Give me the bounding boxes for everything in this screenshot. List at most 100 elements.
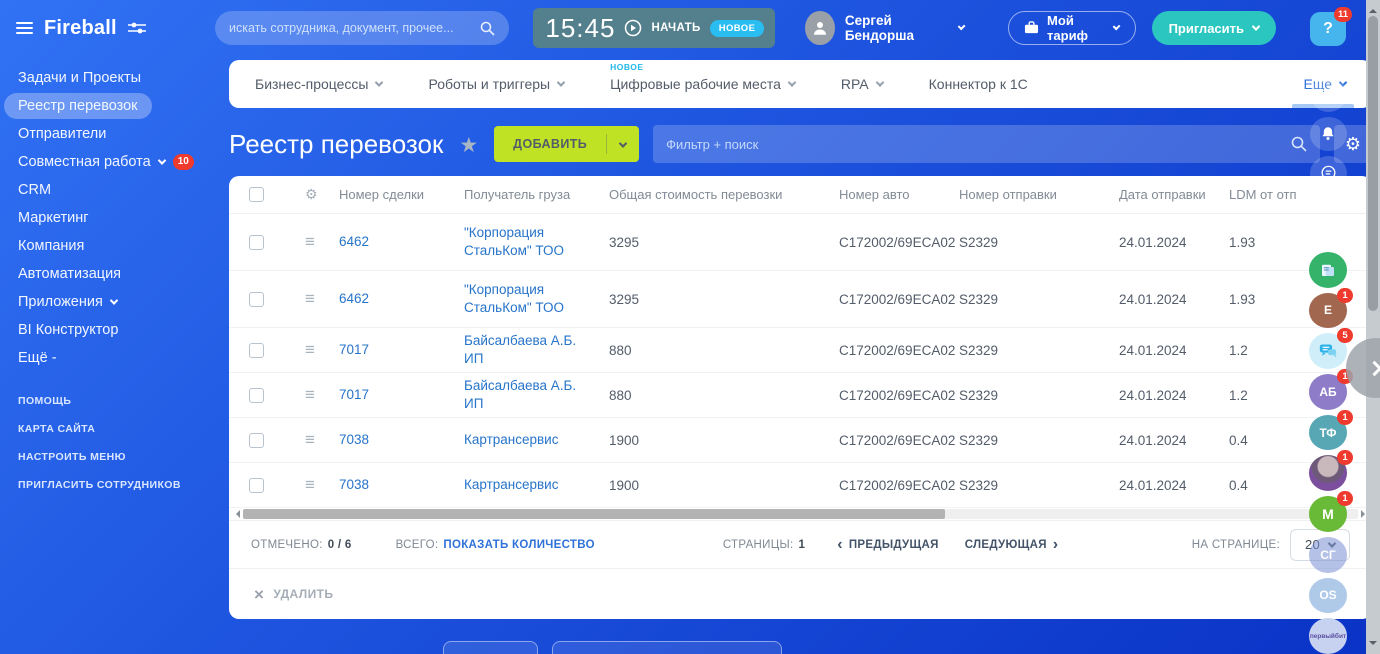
play-icon[interactable] — [624, 19, 642, 37]
columns-gear-icon[interactable]: ⚙ — [305, 186, 339, 203]
row-menu-icon[interactable]: ≡ — [305, 232, 339, 252]
sidebar-item-collaboration[interactable]: Совместная работа 10 — [18, 154, 215, 169]
horizontal-scroll-thumb[interactable] — [243, 509, 945, 519]
avatar[interactable]: АБ 1 — [1309, 374, 1347, 410]
start-workday-button[interactable]: НАЧАТЬ — [651, 22, 700, 34]
deal-link[interactable]: 7017 — [339, 386, 464, 404]
table-row[interactable]: ≡ 7038 Картрансервис 1900 C172002/69ECA0… — [229, 463, 1372, 508]
table-row[interactable]: ≡ 7017 Байсалбаева А.Б. ИП 880 C172002/6… — [229, 373, 1372, 418]
sidebar-item-more[interactable]: Ещё - — [18, 350, 215, 365]
sidebar-help-link[interactable]: ПОМОЩЬ — [18, 395, 215, 407]
row-menu-icon[interactable]: ≡ — [305, 475, 339, 495]
filter-search-bar[interactable] — [653, 125, 1320, 163]
sliders-icon[interactable] — [128, 21, 146, 35]
sidebar-item-transport-registry[interactable]: Реестр перевозок — [18, 98, 215, 113]
bottom-partial-button[interactable] — [552, 641, 782, 654]
sidebar-item-tasks[interactable]: Задачи и Проекты — [18, 70, 215, 85]
scroll-left-arrow-icon[interactable] — [232, 510, 240, 518]
global-search-input[interactable] — [229, 21, 480, 35]
table-row[interactable]: ≡ 7017 Байсалбаева А.Б. ИП 880 C172002/6… — [229, 328, 1372, 373]
sidebar-sitemap-link[interactable]: КАРТА САЙТА — [18, 423, 215, 435]
row-checkbox[interactable] — [249, 478, 264, 493]
user-menu[interactable]: Сергей Бендорша — [805, 11, 964, 45]
recipient-link[interactable]: "Корпорация СтальКом" ТОО — [464, 281, 609, 317]
time-tracker-widget[interactable]: 15:45 НАЧАТЬ НОВОЕ — [533, 8, 775, 48]
previous-page-button[interactable]: ‹ ПРЕДЫДУЩАЯ — [837, 537, 938, 553]
row-menu-icon[interactable]: ≡ — [305, 430, 339, 450]
horizontal-scroll-track[interactable] — [243, 509, 1358, 519]
column-header-cost[interactable]: Общая стоимость перевозки — [609, 187, 839, 202]
avatar[interactable]: М 1 — [1309, 496, 1347, 532]
favorite-star-icon[interactable]: ★ — [459, 133, 478, 158]
row-checkbox[interactable] — [249, 343, 264, 358]
scroll-up-arrow-icon[interactable] — [1369, 5, 1377, 13]
select-all-checkbox[interactable] — [249, 187, 264, 202]
row-checkbox[interactable] — [249, 388, 264, 403]
bottom-partial-button[interactable] — [443, 641, 538, 654]
deal-link[interactable]: 7038 — [339, 476, 464, 494]
search-icon[interactable] — [480, 21, 495, 36]
row-checkbox[interactable] — [249, 235, 264, 250]
tab-business-processes[interactable]: Бизнес-процессы — [255, 76, 382, 92]
column-header-shipment[interactable]: Номер отправки — [959, 187, 1119, 202]
show-count-link[interactable]: ПОКАЗАТЬ КОЛИЧЕСТВО — [443, 539, 594, 551]
deal-link[interactable]: 7038 — [339, 431, 464, 449]
tab-digital-workplaces[interactable]: НОВОЕ Цифровые рабочие места — [610, 76, 795, 92]
sidebar-item-marketing[interactable]: Маркетинг — [18, 210, 215, 225]
sidebar-item-crm[interactable]: CRM — [18, 182, 215, 197]
column-header-recipient[interactable]: Получатель груза — [464, 187, 609, 202]
tab-robots-triggers[interactable]: Роботы и триггеры — [428, 76, 564, 92]
column-header-vehicle[interactable]: Номер авто — [839, 187, 959, 202]
next-page-button[interactable]: СЛЕДУЮЩАЯ › — [965, 537, 1059, 553]
tab-1c-connector[interactable]: Коннектор к 1С — [929, 76, 1028, 92]
column-header-deal[interactable]: Номер сделки — [339, 187, 464, 202]
notifications-bell-icon[interactable] — [1310, 117, 1347, 152]
avatar[interactable]: СГ — [1309, 537, 1347, 573]
avatar[interactable]: OS — [1309, 578, 1347, 614]
sidebar-item-automation[interactable]: Автоматизация — [18, 266, 215, 281]
avatar-photo[interactable]: 1 — [1309, 455, 1347, 491]
delete-button[interactable]: УДАЛИТЬ — [273, 587, 333, 601]
sidebar-item-company[interactable]: Компания — [18, 238, 215, 253]
user-avatar[interactable] — [805, 11, 834, 45]
add-button-label[interactable]: ДОБАВИТЬ — [494, 137, 606, 151]
hamburger-menu-icon[interactable] — [16, 22, 33, 34]
recipient-link[interactable]: Байсалбаева А.Б. ИП — [464, 377, 609, 413]
table-row[interactable]: ≡ 7038 Картрансервис 1900 C172002/69ECA0… — [229, 418, 1372, 463]
avatar[interactable]: E 1 — [1309, 293, 1347, 329]
chat-icon[interactable] — [1310, 156, 1347, 191]
vertical-scrollbar[interactable] — [1366, 0, 1380, 654]
global-search[interactable] — [215, 11, 509, 45]
recipient-link[interactable]: Байсалбаева А.Б. ИП — [464, 332, 609, 368]
add-dropdown-button[interactable] — [607, 135, 639, 153]
sidebar-configure-menu-link[interactable]: НАСТРОИТЬ МЕНЮ — [18, 451, 215, 463]
sidebar-item-senders[interactable]: Отправители — [18, 126, 215, 141]
avatar[interactable]: ТФ 1 — [1309, 415, 1347, 451]
recipient-link[interactable]: "Корпорация СтальКом" ТОО — [464, 224, 609, 260]
help-button[interactable]: ? 11 — [1310, 12, 1346, 46]
planner-app-icon[interactable] — [1309, 252, 1347, 288]
table-row[interactable]: ≡ 6462 "Корпорация СтальКом" ТОО 3295 C1… — [229, 214, 1372, 271]
rail-search-icon[interactable] — [1310, 212, 1347, 247]
deal-link[interactable]: 6462 — [339, 233, 464, 251]
history-icon[interactable] — [1310, 77, 1347, 112]
row-checkbox[interactable] — [249, 433, 264, 448]
filter-search-input[interactable] — [666, 137, 1291, 152]
column-header-date[interactable]: Дата отправки — [1119, 187, 1229, 202]
scroll-down-arrow-icon[interactable] — [1369, 641, 1377, 649]
recipient-link[interactable]: Картрансервис — [464, 431, 609, 449]
deal-link[interactable]: 6462 — [339, 290, 464, 308]
recipient-link[interactable]: Картрансервис — [464, 476, 609, 494]
tab-rpa[interactable]: RPA — [841, 76, 883, 92]
deal-link[interactable]: 7017 — [339, 341, 464, 359]
avatar-logo[interactable]: первыйбит — [1309, 618, 1347, 654]
vertical-scroll-thumb[interactable] — [1368, 16, 1378, 311]
sidebar-invite-employees-link[interactable]: ПРИГЛАСИТЬ СОТРУДНИКОВ — [18, 479, 215, 491]
row-checkbox[interactable] — [249, 292, 264, 307]
row-menu-icon[interactable]: ≡ — [305, 340, 339, 360]
table-row[interactable]: ≡ 6462 "Корпорация СтальКом" ТОО 3295 C1… — [229, 271, 1372, 328]
row-menu-icon[interactable]: ≡ — [305, 385, 339, 405]
invite-button[interactable]: Пригласить — [1152, 11, 1276, 45]
row-menu-icon[interactable]: ≡ — [305, 289, 339, 309]
my-tariff-button[interactable]: Мой тариф — [1008, 11, 1136, 45]
